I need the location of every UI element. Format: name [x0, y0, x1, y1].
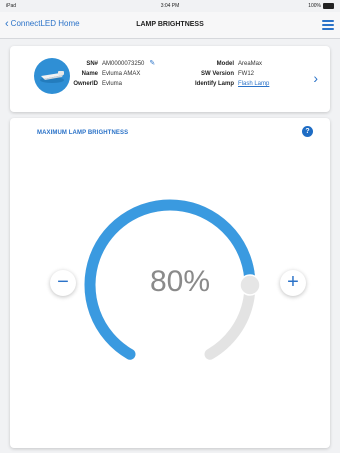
owner-label: OwnerID	[73, 81, 98, 87]
edit-icon[interactable]: ✎	[149, 59, 155, 69]
serial-value: AM0000073250	[102, 61, 145, 67]
flash-lamp-link[interactable]: Flash Lamp	[238, 81, 269, 87]
model-label: Model	[216, 61, 234, 67]
serial-label: SN#	[86, 61, 98, 67]
model-row: Model AreaMax	[190, 59, 320, 69]
owner-row: OwnerID Evluma	[10, 79, 200, 89]
model-value: AreaMax	[238, 61, 263, 67]
status-bar: iPad 3:04 PM 100%	[0, 0, 340, 12]
device-info-left: SN# AM0000073250 ✎ Name Evluma AMAX Owne…	[10, 59, 200, 89]
identify-label: Identify Lamp	[194, 81, 234, 87]
owner-value: Evluma	[102, 81, 123, 87]
status-right: 100%	[308, 3, 334, 9]
brightness-value: 80%	[149, 265, 211, 298]
battery-percent: 100%	[308, 3, 321, 9]
navigation-bar: ‹ ConnectLED Home LAMP BRIGHTNESS	[0, 12, 340, 39]
dial-knob[interactable]	[239, 274, 261, 296]
increase-button[interactable]: +	[280, 270, 306, 296]
status-time: 3:04 PM	[160, 3, 180, 9]
device-info-card[interactable]: SN# AM0000073250 ✎ Name Evluma AMAX Owne…	[10, 46, 330, 112]
device-info-right: Model AreaMax SW Version FW12 Identify L…	[190, 59, 320, 89]
sw-version-row: SW Version FW12	[190, 69, 320, 79]
name-value: Evluma AMAX	[102, 71, 141, 77]
page-title: LAMP BRIGHTNESS	[136, 21, 204, 28]
chevron-right-icon[interactable]: ›	[313, 70, 318, 86]
name-row: Name Evluma AMAX	[10, 69, 200, 79]
brightness-panel: MAXIMUM LAMP BRIGHTNESS ? − 80% +	[10, 118, 330, 448]
sw-version-value: FW12	[238, 71, 255, 77]
identify-row: Identify Lamp Flash Lamp	[190, 79, 320, 89]
serial-row: SN# AM0000073250 ✎	[10, 59, 200, 69]
menu-icon[interactable]	[322, 20, 334, 30]
battery-icon	[323, 3, 334, 9]
decrease-button[interactable]: −	[50, 270, 76, 296]
name-label: Name	[81, 71, 98, 77]
sw-version-label: SW Version	[200, 71, 234, 77]
